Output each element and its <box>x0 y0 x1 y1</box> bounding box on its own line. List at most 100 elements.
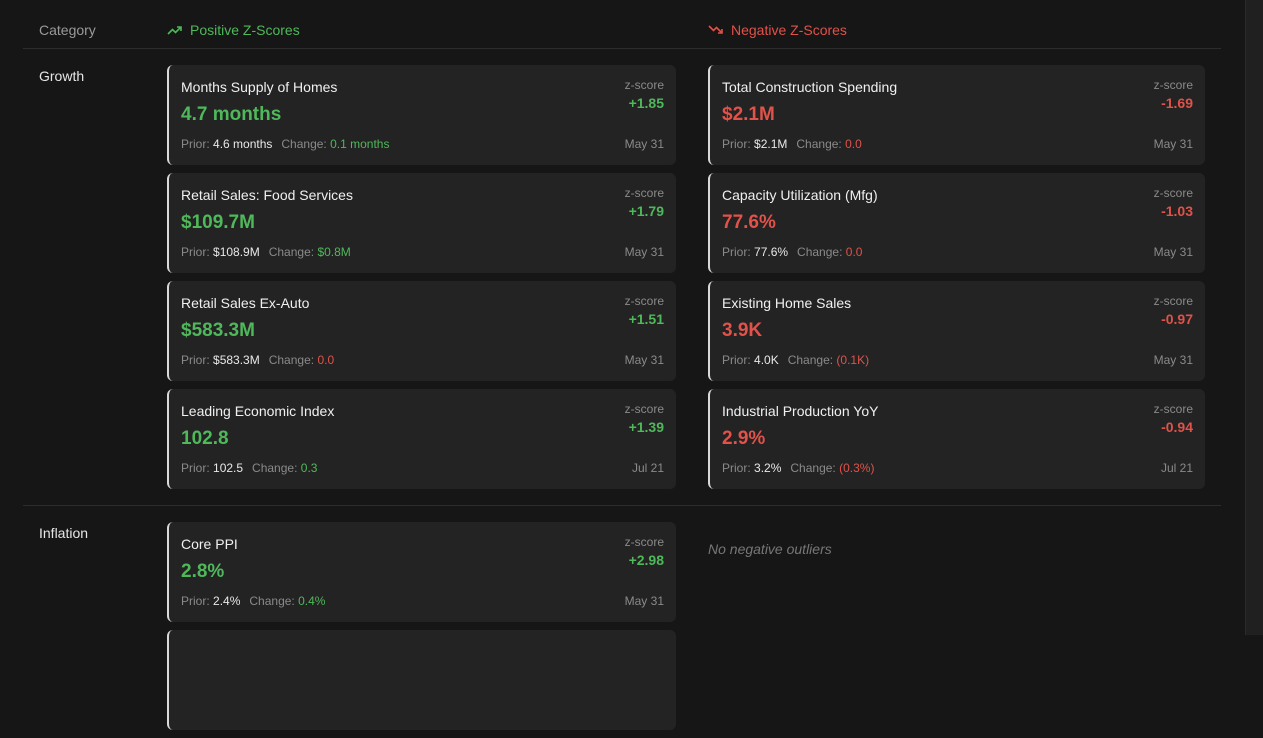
metric-card[interactable]: Existing Home Sales 3.9K z-score -0.97 P… <box>708 281 1205 381</box>
section-growth: Growth Months Supply of Homes 4.7 months… <box>23 49 1221 506</box>
zscore-label: z-score <box>624 294 664 308</box>
prior-label: Prior: <box>181 353 210 367</box>
metric-card-partial[interactable] <box>167 630 676 730</box>
positive-header-label: Positive Z-Scores <box>190 22 300 38</box>
positive-column-header: Positive Z-Scores <box>167 22 300 38</box>
change-label: Change: <box>252 461 298 475</box>
metric-value: $2.1M <box>722 104 775 125</box>
metric-value: 3.9K <box>722 320 763 341</box>
metric-title: Core PPI <box>181 536 238 552</box>
positive-column: Months Supply of Homes 4.7 months z-scor… <box>167 65 676 497</box>
change-label: Change: <box>797 245 843 259</box>
metric-card[interactable]: Retail Sales Ex-Auto $583.3M z-score +1.… <box>167 281 676 381</box>
zscore-label: z-score <box>1153 186 1193 200</box>
prior-label: Prior: <box>181 245 210 259</box>
change-label: Change: <box>268 353 315 367</box>
change-label: Change: <box>281 137 327 151</box>
zscore-value: +1.39 <box>628 419 664 435</box>
zscore-value: -1.03 <box>1161 203 1193 219</box>
change-value: 0.0 <box>845 137 862 151</box>
change-label: Change: <box>787 353 834 367</box>
negative-header-label: Negative Z-Scores <box>731 22 847 38</box>
metric-meta: Prior: 3.2% Change: (0.3%) <box>722 461 874 475</box>
zscore-label: z-score <box>1153 78 1193 92</box>
empty-state: No negative outliers <box>708 541 832 557</box>
zscore-value: +2.98 <box>628 552 664 568</box>
change-value: 0.0 <box>317 353 335 367</box>
metric-card[interactable]: Months Supply of Homes 4.7 months z-scor… <box>167 65 676 165</box>
metric-value: 102.8 <box>181 428 229 449</box>
metric-title: Existing Home Sales <box>722 295 852 311</box>
metric-value: $583.3M <box>181 320 255 341</box>
prior-value: $2.1M <box>754 137 788 151</box>
prior-label: Prior: <box>722 461 751 475</box>
category-column-header: Category <box>39 22 96 38</box>
metric-card[interactable]: Retail Sales: Food Services $109.7M z-sc… <box>167 173 676 273</box>
metric-card[interactable]: Total Construction Spending $2.1M z-scor… <box>708 65 1205 165</box>
metric-meta: Prior: 4.6 months Change: 0.1 months <box>181 137 389 151</box>
zscore-label: z-score <box>624 186 664 200</box>
change-label: Change: <box>790 461 836 475</box>
prior-label: Prior: <box>722 353 751 367</box>
table-header: Category Positive Z-Scores Negative Z-Sc… <box>23 0 1221 49</box>
metric-date: May 31 <box>624 137 664 151</box>
metric-card[interactable]: Core PPI 2.8% z-score +2.98 Prior: 2.4% C… <box>167 522 676 622</box>
change-value: 0.1 months <box>330 137 390 151</box>
prior-value: 4.6 months <box>213 137 273 151</box>
metric-card[interactable]: Leading Economic Index 102.8 z-score +1.… <box>167 389 676 489</box>
metric-card[interactable]: Industrial Production YoY 2.9% z-score -… <box>708 389 1205 489</box>
prior-label: Prior: <box>722 245 751 259</box>
change-label: Change: <box>268 245 315 259</box>
metric-title: Industrial Production YoY <box>722 403 879 419</box>
metric-meta: Prior: 2.4% Change: 0.4% <box>181 594 325 608</box>
section-label: Inflation <box>39 525 89 541</box>
zscore-label: z-score <box>624 78 664 92</box>
metric-date: Jul 21 <box>1160 461 1193 475</box>
section-inflation: Inflation Core PPI 2.8% z-score +2.98 Pr… <box>23 506 1221 730</box>
negative-column-header: Negative Z-Scores <box>708 22 847 38</box>
metric-title: Leading Economic Index <box>181 403 335 419</box>
zscore-value: +1.51 <box>628 311 664 327</box>
prior-value: 4.0K <box>754 353 779 367</box>
metric-title: Retail Sales Ex-Auto <box>181 295 310 311</box>
zscore-label: z-score <box>1153 294 1193 308</box>
change-value: $0.8M <box>317 245 351 259</box>
prior-label: Prior: <box>181 594 210 608</box>
metric-title: Months Supply of Homes <box>181 79 338 95</box>
prior-label: Prior: <box>181 137 210 151</box>
zscore-value: -1.69 <box>1161 95 1193 111</box>
metric-card[interactable]: Capacity Utilization (Mfg) 77.6% z-score… <box>708 173 1205 273</box>
trending-up-icon <box>167 26 182 35</box>
metric-meta: Prior: $583.3M Change: 0.0 <box>181 353 334 367</box>
metric-meta: Prior: $108.9M Change: $0.8M <box>181 245 351 259</box>
metric-title: Retail Sales: Food Services <box>181 187 353 203</box>
prior-value: $583.3M <box>213 353 260 367</box>
positive-column: Core PPI 2.8% z-score +2.98 Prior: 2.4% C… <box>167 522 676 738</box>
outliers-table: Category Positive Z-Scores Negative Z-Sc… <box>23 0 1221 730</box>
metric-date: May 31 <box>1153 353 1193 367</box>
metric-meta: Prior: 4.0K Change: (0.1K) <box>722 353 869 367</box>
metric-date: May 31 <box>624 594 664 608</box>
metric-title: Capacity Utilization (Mfg) <box>722 187 878 203</box>
metric-title: Total Construction Spending <box>722 79 898 95</box>
change-value: (0.1K) <box>836 353 870 367</box>
metric-value: 4.7 months <box>181 104 282 125</box>
metric-meta: Prior: 77.6% Change: 0.0 <box>722 245 862 259</box>
vertical-scrollbar[interactable] <box>1245 0 1263 635</box>
change-value: (0.3%) <box>839 461 875 475</box>
metric-meta: Prior: 102.5 Change: 0.3 <box>181 461 317 475</box>
metric-meta: Prior: $2.1M Change: 0.0 <box>722 137 862 151</box>
change-label: Change: <box>249 594 295 608</box>
metric-value: 2.8% <box>181 561 225 582</box>
metric-date: May 31 <box>624 245 664 259</box>
prior-value: 2.4% <box>213 594 241 608</box>
change-value: 0.3 <box>300 461 318 475</box>
prior-label: Prior: <box>722 137 751 151</box>
prior-value: 3.2% <box>754 461 782 475</box>
section-label: Growth <box>39 68 85 84</box>
change-value: 0.4% <box>298 594 326 608</box>
prior-value: $108.9M <box>213 245 260 259</box>
metric-date: May 31 <box>624 353 664 367</box>
zscore-label: z-score <box>624 535 664 549</box>
metric-date: May 31 <box>1153 245 1193 259</box>
